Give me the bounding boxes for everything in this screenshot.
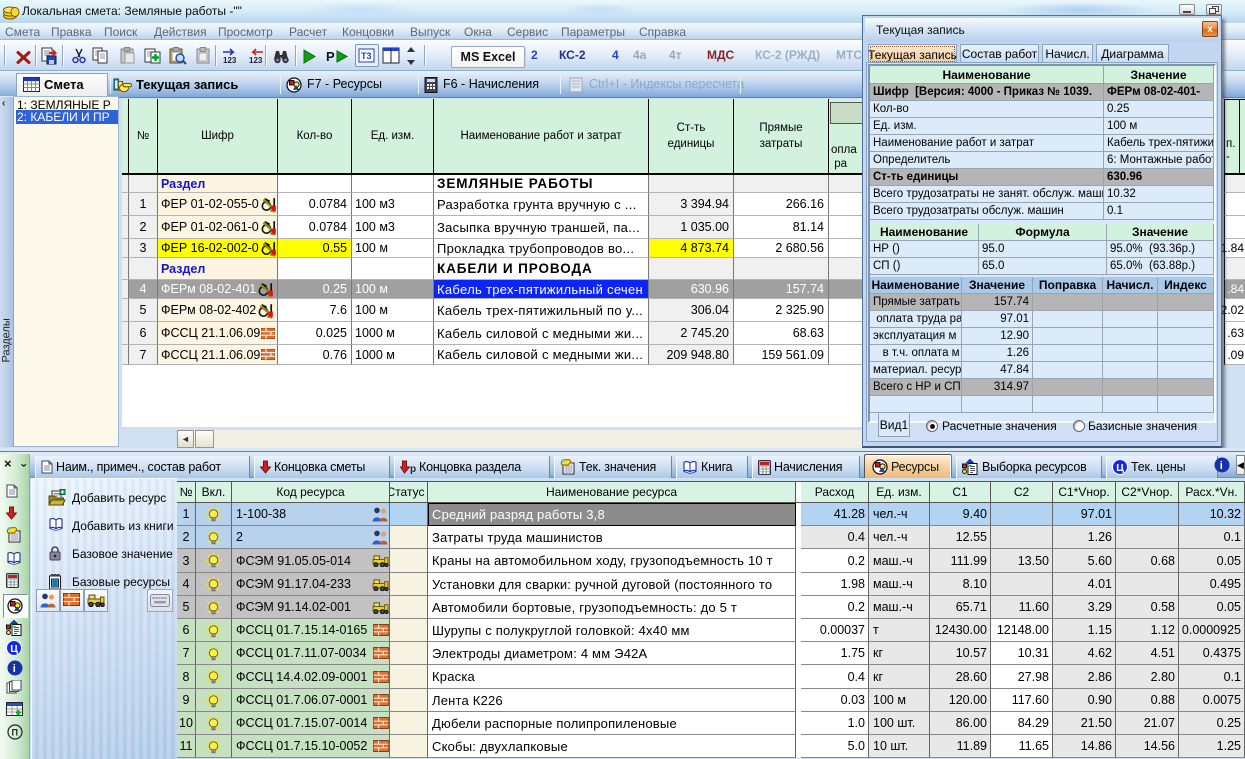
svg-text:Т3: Т3	[361, 51, 372, 61]
svg-text:123: 123	[223, 56, 237, 65]
svg-text:P: P	[326, 49, 335, 64]
svg-text:Ц: Ц	[10, 643, 18, 655]
svg-text:p: p	[410, 464, 416, 474]
svg-text:i: i	[1220, 460, 1223, 472]
svg-text:Ц: Ц	[1116, 462, 1124, 474]
svg-text:123: 123	[249, 56, 263, 65]
svg-text:П: П	[12, 728, 18, 738]
svg-text:i: i	[13, 663, 16, 675]
